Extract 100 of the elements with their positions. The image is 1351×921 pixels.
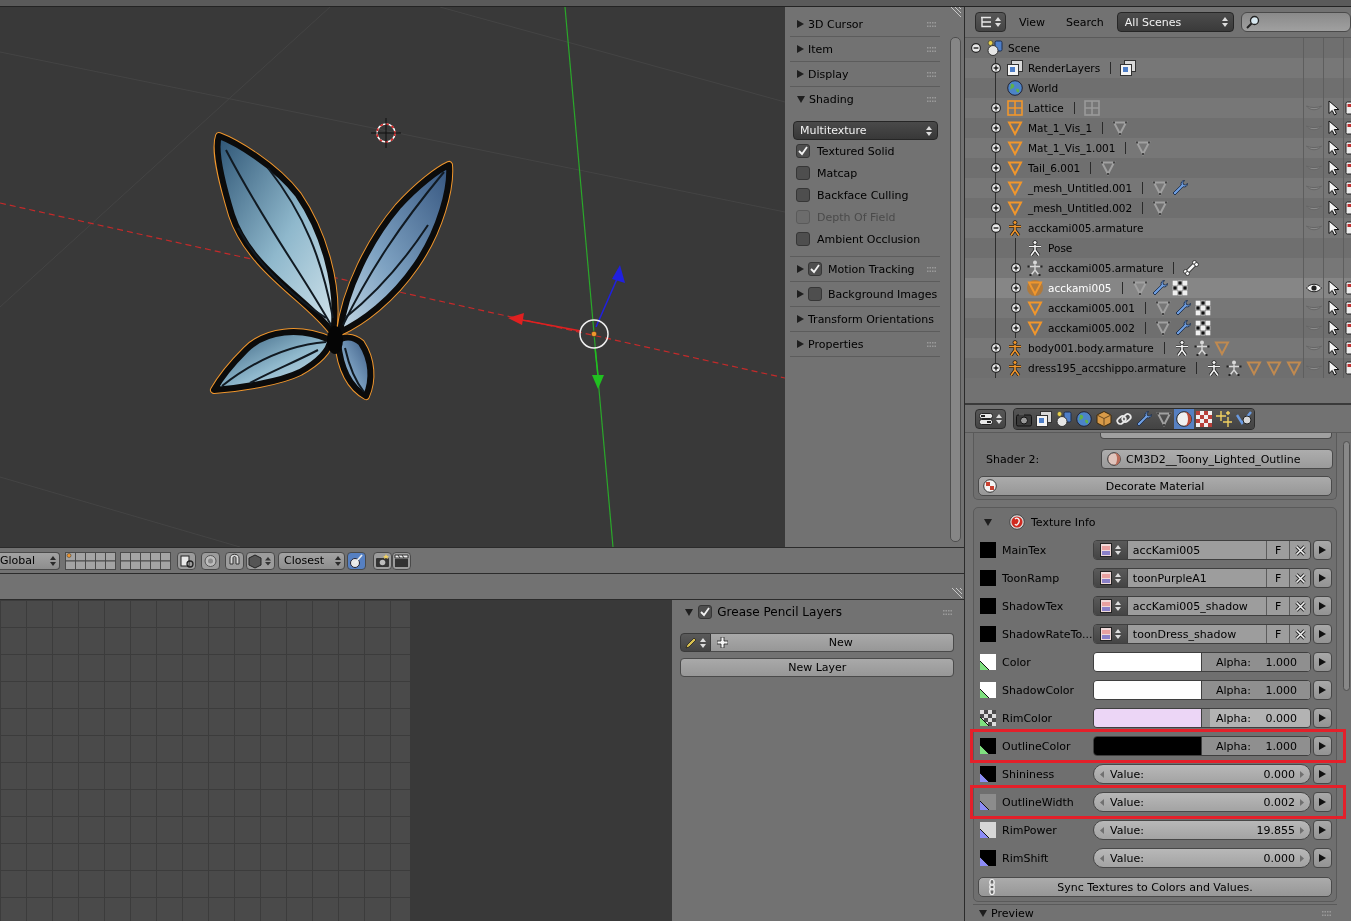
triangle-right-icon[interactable]	[797, 20, 804, 28]
3d-cursor-icon[interactable]	[370, 117, 402, 149]
plus-circle-icon[interactable]	[1010, 323, 1021, 333]
drag-grip-icon[interactable]	[927, 341, 936, 347]
panel-header[interactable]: Background Images	[790, 282, 940, 306]
plus-circle-icon[interactable]	[990, 163, 1001, 173]
clear-button[interactable]	[1289, 541, 1310, 559]
outliner-row[interactable]: Lattice	[965, 98, 1351, 118]
checkbox[interactable]	[808, 287, 822, 301]
plus-circle-icon[interactable]	[1010, 263, 1021, 273]
cursor-arrow-icon[interactable]	[1327, 180, 1340, 196]
plus-circle-icon[interactable]	[1010, 283, 1021, 293]
triangle-down-icon[interactable]	[979, 909, 987, 917]
resize-corner-icon[interactable]	[952, 588, 962, 598]
triangle-down-icon[interactable]	[984, 518, 992, 526]
outliner-row[interactable]: _mesh_Untitled.001	[965, 178, 1351, 198]
arrow-button[interactable]	[1313, 540, 1332, 560]
panel-header[interactable]: Transform Orientations	[790, 307, 940, 331]
triangle-down-icon[interactable]	[685, 608, 694, 616]
triangle-down-icon[interactable]	[797, 95, 805, 103]
triangle-right-icon[interactable]	[797, 340, 804, 348]
shader-field[interactable]	[1100, 433, 1332, 439]
triangle-right-icon[interactable]	[797, 290, 804, 298]
image-browse-button[interactable]	[1094, 541, 1127, 559]
clear-button[interactable]	[1289, 625, 1310, 643]
alpha-slider[interactable]: Alpha: 1.000	[1201, 737, 1310, 755]
drag-grip-icon[interactable]	[943, 609, 952, 615]
cursor-arrow-icon[interactable]	[1327, 220, 1340, 236]
texture-name-field[interactable]: accKami005_shadow	[1126, 597, 1267, 615]
cursor-arrow-icon[interactable]	[1327, 100, 1340, 116]
orientation-dropdown[interactable]: Global	[0, 551, 60, 570]
arrow-button[interactable]	[1313, 792, 1332, 812]
properties-tab[interactable]	[1154, 408, 1174, 429]
alpha-slider[interactable]: Alpha: 1.000	[1201, 681, 1310, 699]
flag-button[interactable]: F	[1266, 541, 1290, 559]
arrow-button[interactable]	[1313, 848, 1332, 868]
checkbox-option[interactable]: Backface Culling	[790, 184, 940, 206]
image-browse-button[interactable]	[1094, 597, 1127, 615]
number-field[interactable]: Value: 0.000	[1093, 764, 1311, 784]
decorate-material-button[interactable]: Decorate Material	[978, 476, 1332, 496]
triangle-right-icon[interactable]	[797, 45, 804, 53]
new-button[interactable]: New	[711, 633, 955, 652]
panel-header[interactable]: Grease Pencil Layers	[672, 601, 964, 623]
plus-circle-icon[interactable]	[990, 143, 1001, 153]
number-field[interactable]: Value: 0.002	[1093, 792, 1311, 812]
plus-circle-icon[interactable]	[990, 123, 1001, 133]
camera-icon[interactable]	[1345, 361, 1351, 375]
arrow-button[interactable]	[1313, 708, 1332, 728]
image-browse-button[interactable]	[1094, 569, 1127, 587]
cursor-arrow-icon[interactable]	[1327, 340, 1340, 356]
arrow-button[interactable]	[1313, 764, 1332, 784]
camera-icon[interactable]	[1345, 281, 1351, 295]
image-browse-button[interactable]	[1094, 625, 1127, 643]
transform-gizmo[interactable]	[508, 265, 625, 389]
minus-circle-icon[interactable]	[990, 223, 1001, 233]
outliner-row[interactable]: acckami005	[965, 278, 1351, 298]
drag-grip-icon[interactable]	[927, 46, 936, 52]
camera-icon[interactable]	[1345, 141, 1351, 155]
camera-icon[interactable]	[1345, 301, 1351, 315]
arrow-button[interactable]	[1313, 652, 1332, 672]
scene-filter-dropdown[interactable]: All Scenes	[1116, 12, 1235, 32]
scrollbar-thumb[interactable]	[950, 37, 961, 542]
checkbox[interactable]	[796, 144, 810, 158]
camera-icon[interactable]	[1345, 161, 1351, 175]
camera-icon[interactable]	[1345, 201, 1351, 215]
shader-field[interactable]: CM3D2__Toony_Lighted_Outline	[1101, 449, 1333, 469]
panel-header[interactable]: Properties	[790, 332, 940, 356]
drag-grip-icon[interactable]	[1322, 910, 1331, 916]
camera-icon[interactable]	[1345, 341, 1351, 355]
checkbox[interactable]	[796, 166, 810, 180]
magnet-icon[interactable]	[225, 551, 244, 570]
arrow-button[interactable]	[1313, 568, 1332, 588]
drag-grip-icon[interactable]	[927, 266, 936, 272]
arrow-button[interactable]	[1313, 596, 1332, 616]
checkbox-option[interactable]: Matcap	[790, 162, 940, 184]
outliner-row[interactable]: acckami005.armature	[965, 258, 1351, 278]
properties-tab[interactable]	[1034, 408, 1054, 429]
properties-tab[interactable]	[1054, 408, 1074, 429]
clear-button[interactable]	[1289, 597, 1310, 615]
link-box-icon[interactable]	[177, 551, 196, 570]
texture-name-field[interactable]: accKami005	[1126, 541, 1267, 559]
panel-header[interactable]: Motion Tracking	[790, 257, 940, 281]
ring-icon[interactable]	[201, 551, 220, 570]
panel-header[interactable]: Preview	[973, 904, 1337, 921]
cursor-arrow-icon[interactable]	[1327, 320, 1340, 336]
properties-tab[interactable]	[1214, 408, 1234, 429]
color-field[interactable]	[1094, 709, 1201, 727]
checkbox[interactable]	[698, 605, 713, 619]
cursor-arrow-icon[interactable]	[1327, 360, 1340, 376]
camera-icon[interactable]	[1345, 221, 1351, 235]
clapper-icon[interactable]	[392, 551, 411, 570]
cursor-arrow-icon[interactable]	[1327, 120, 1340, 136]
outliner-row[interactable]: RenderLayers	[965, 58, 1351, 78]
cursor-arrow-icon[interactable]	[1327, 280, 1340, 296]
flag-button[interactable]: F	[1266, 625, 1290, 643]
drag-grip-icon[interactable]	[927, 21, 936, 27]
arrow-button[interactable]	[1313, 624, 1332, 644]
plus-circle-icon[interactable]	[1010, 303, 1021, 313]
properties-tab[interactable]	[1174, 408, 1194, 429]
checkbox[interactable]	[796, 232, 810, 246]
